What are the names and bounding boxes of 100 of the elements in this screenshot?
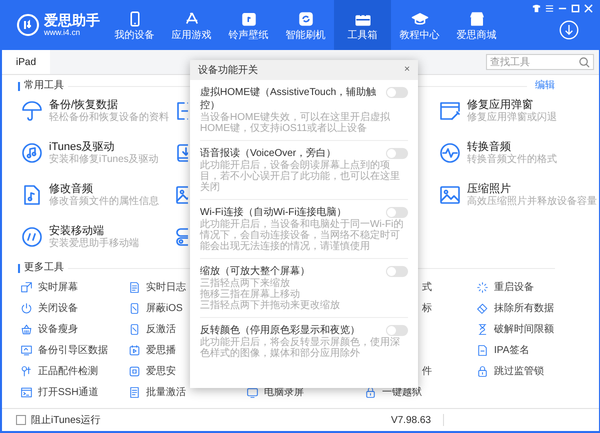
image-icon [174,183,188,207]
terminal-icon [20,386,33,399]
screen-icon [20,281,33,294]
option-description: 此功能开启后，设备会朗读屏幕上点到的项目，若不小心误开启了此功能，也可以在这里关闭 [200,160,401,193]
option-description: 此功能开启后，当设备和电脑处于同一Wi-Fi的情况下，会自动连接设备，当网络不稳定时可能会出现无法连接的情况，请谨慎使用 [200,219,404,252]
tool-label[interactable]: 屏蔽iOS [146,304,183,314]
nav-tab[interactable]: 我的设备 [106,0,163,50]
option-title: 语音报读（VoiceOver，旁白） [200,147,338,160]
tool-label[interactable]: 爱思播 [146,346,176,356]
tool-label[interactable]: 件 [422,366,432,376]
tool-description: 高效压缩照片并释放设备容量 [467,196,597,206]
toggle-switch[interactable] [386,87,408,98]
play-icon [128,344,141,357]
nav-tab[interactable]: 教程中心 [391,0,448,50]
option-description: 三指轻点两下来缩放 [200,278,291,289]
tool-title[interactable]: 安装移动端 [49,226,139,236]
tool-label[interactable]: 标 [422,304,432,314]
checkbox[interactable] [16,415,26,425]
tool-label[interactable]: 一键越狱 [382,388,422,398]
tool-label[interactable]: 关闭设备 [38,304,78,314]
nav-tab[interactable]: 铃声壁纸 [220,0,277,50]
nav-tab[interactable]: 工具箱 [334,0,391,50]
phone-icon [128,323,141,336]
option-description: 当设备HOME键失效，可以在这里开启虚拟HOME键，仅支持iOS11或者以上设备 [200,112,391,134]
tool-description: 修改音频文件的属性信息 [49,196,159,206]
tool-description: 安装爱思助手移动端 [49,238,139,248]
search-icon[interactable] [579,57,590,68]
close-icon[interactable] [584,4,593,13]
section-title: 更多工具 [24,263,64,273]
phone-icon [128,302,141,315]
download-icon [174,141,188,165]
bracket-icon [174,99,188,123]
toggle-icon [174,225,188,249]
refresh-icon [296,10,314,28]
window-wrench-icon [438,99,462,123]
tool-title[interactable]: 修复应用弹窗 [467,100,557,110]
tool-description: 轻松备份和恢复设备的资料 [49,112,169,122]
nav-tab[interactable]: 应用游戏 [163,0,220,50]
tool-label[interactable]: 实时日志 [146,282,186,292]
tool-label[interactable]: 备份引导区数据 [38,346,108,356]
option-description: 此功能开启后，将会反转显示屏颜色，使用深色样式的图像，媒体和部分应用除外 [200,337,401,359]
tool-label[interactable]: 跳过监管锁 [494,366,544,376]
toggle-switch[interactable] [386,207,408,218]
device-tab[interactable]: iPad [2,50,50,74]
version-label: V7.98.63 [390,414,431,428]
tool-label[interactable]: 正品配件检测 [38,366,98,376]
tool-label[interactable]: 反激活 [146,324,176,334]
lock-icon [364,386,377,399]
app-icon [128,365,141,378]
tool-label[interactable]: 设备瘦身 [38,324,78,334]
menu-icon[interactable] [545,4,554,13]
toggle-switch[interactable] [386,325,408,336]
app-name: 爱思助手 [44,13,100,27]
tool-title[interactable]: iTunes及驱动 [49,142,159,152]
document-icon [476,344,489,357]
tool-title[interactable]: 备份/恢复数据 [49,100,169,110]
toggle-switch[interactable] [386,266,408,277]
hourglass-icon [476,323,489,336]
list-icon [128,386,141,399]
probe-icon [20,365,33,378]
edit-link[interactable]: 编辑 [535,81,555,91]
toggle-switch[interactable] [386,148,408,159]
monitor-icon [20,344,33,357]
search-field[interactable]: 查找工具 [486,54,594,70]
tool-label[interactable]: 爱思安 [146,366,176,376]
shirt-icon[interactable] [532,4,541,13]
tool-label[interactable]: 打开SSH通道 [38,388,99,398]
nav-tab[interactable]: 爱思商城 [448,0,505,50]
tool-label[interactable]: 破解时间限额 [494,324,554,334]
tool-title[interactable]: 修改音频 [49,184,159,194]
nav-tab[interactable]: 智能刷机 [277,0,334,50]
option-title: 虚拟HOME键（AssistiveTouch，辅助触控） [200,86,378,112]
power-icon [20,302,33,315]
tool-label[interactable]: 批量激活 [146,388,186,398]
arrows-circle-icon [20,225,44,249]
tool-label[interactable]: 重启设备 [494,282,534,292]
close-button[interactable]: × [404,65,410,75]
tool-label[interactable]: 式 [422,282,432,292]
section-title: 常用工具 [24,81,64,91]
tool-label[interactable]: IPA签名 [494,346,530,356]
download-icon[interactable] [559,20,579,40]
maximize-icon[interactable] [571,4,580,13]
monitor-icon [246,386,259,399]
umbrella-icon [20,99,44,123]
tool-title[interactable]: 压缩照片 [467,184,597,194]
tool-label[interactable]: 实时屏幕 [38,282,78,292]
waveform-icon [438,141,462,165]
music-note-icon [20,141,44,165]
lock-icon [476,365,489,378]
option-description: 拖移三指在屏幕上移动 [200,289,301,300]
tool-title[interactable]: 转换音频 [467,142,557,152]
basket-icon [20,323,33,336]
tool-label[interactable]: 抹除所有数据 [494,304,554,314]
app-url: www.i4.cn [44,29,82,37]
eraser-icon [476,302,489,315]
checkbox-label[interactable]: 阻止iTunes运行 [31,412,101,428]
logo-icon [16,13,40,37]
tool-description: 修复应用弹窗或闪退 [467,112,557,122]
option-description: 三指轻点两下并拖动来更改缩放 [200,300,341,311]
dialog-title: 设备功能开关 [198,64,258,78]
